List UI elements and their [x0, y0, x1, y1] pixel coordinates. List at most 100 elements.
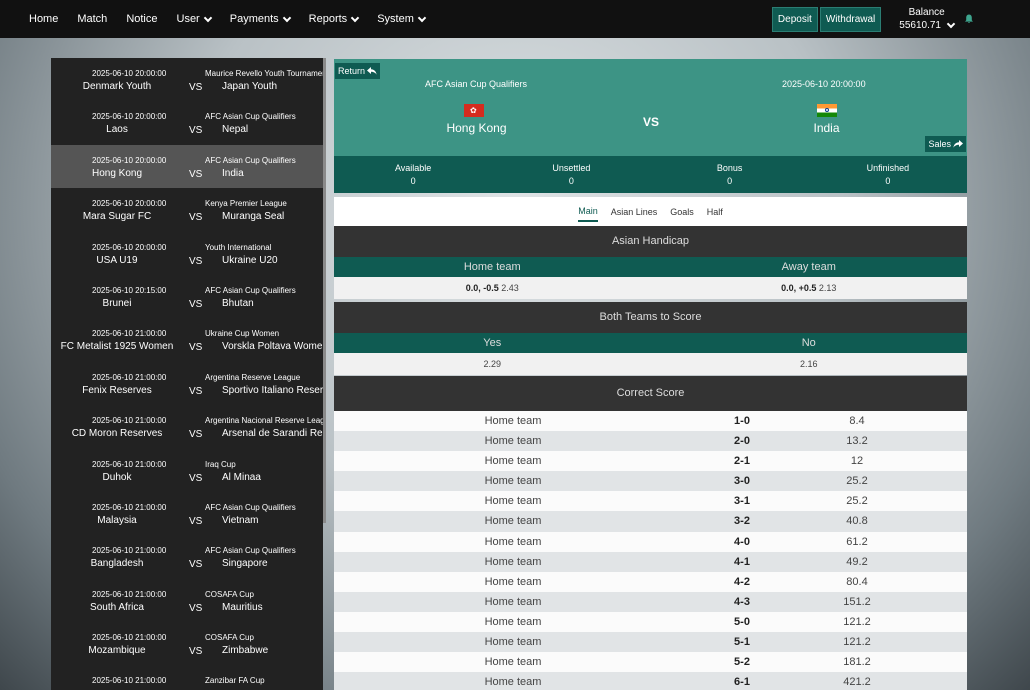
match-league: AFC Asian Cup Qualifiers — [205, 502, 296, 512]
nav-user[interactable]: User — [176, 13, 212, 25]
match-list-item[interactable]: 2025-06-10 21:00:00 Zanzibar FA Cup — [51, 665, 323, 690]
nav-home[interactable]: Home — [29, 13, 58, 25]
match-list-item[interactable]: 2025-06-10 20:15:00 Brunei VS AFC Asian Cup… — [51, 275, 323, 318]
match-time: 2025-06-10 20:00:00 — [92, 199, 167, 209]
match-vs-label: VS — [189, 429, 203, 441]
match-list-item[interactable]: 2025-06-10 21:00:00 Mozambique VS COSAFA Cu… — [51, 622, 323, 665]
match-vs-label: VS — [189, 342, 203, 354]
match-vs-label: VS — [189, 385, 203, 397]
correct-score-row[interactable]: Home team 3-2 40.8 — [334, 511, 967, 532]
match-list-item[interactable]: 2025-06-10 21:00:00 FC Metalist 1925 Wome… — [51, 318, 323, 361]
withdrawal-button[interactable]: Withdrawal — [819, 6, 882, 32]
match-time: 2025-06-10 20:00:00 — [92, 69, 167, 78]
stats-bar: Available 0 Unsettled 0 Bonus 0 Unfinished 0 — [334, 156, 967, 193]
nav-reports[interactable]: Reports — [309, 13, 360, 25]
match-vs-label: VS — [189, 472, 203, 484]
correct-score-row[interactable]: Home team 4-0 61.2 — [334, 531, 967, 552]
tab-main[interactable]: Main — [578, 206, 598, 222]
tab-asian-lines[interactable]: Asian Lines — [611, 207, 658, 221]
nav-user-label: User — [176, 13, 200, 25]
correct-score-row[interactable]: Home team 5-0 121.2 — [334, 611, 967, 633]
match-list-item[interactable]: 2025-06-10 21:00:00 CD Moron Reserves VS Ar… — [51, 405, 323, 448]
correct-score-table: Home team 1-0 8.4 Home team 2-0 13.2 Home team… — [334, 411, 967, 690]
market-tabs: Main Asian Lines Goals Half — [334, 197, 967, 226]
correct-score-row[interactable]: Home team 5-2 181.2 — [334, 652, 967, 673]
correct-score-odds: 181.2 — [843, 656, 871, 669]
match-vs-label: VS — [189, 298, 203, 310]
match-league: Zanzibar FA Cup — [205, 676, 265, 686]
balance-display[interactable]: Balance 55610.71 — [899, 6, 956, 32]
match-time: 2025-06-10 20:00:00 — [92, 112, 167, 122]
correct-score-row[interactable]: Home team 3-0 25.2 — [334, 471, 967, 492]
chevron-down-icon — [946, 19, 956, 29]
bell-icon[interactable] — [964, 14, 974, 24]
correct-score-row[interactable]: Home team 2-0 13.2 — [334, 431, 967, 452]
correct-score-row[interactable]: Home team 1-0 8.4 — [334, 411, 967, 432]
vs-label: VS — [643, 115, 660, 129]
match-detail-panel: Return AFC Asian Cup Qualifiers 2025-06-… — [334, 59, 967, 690]
match-list-item[interactable]: 2025-06-10 20:00:00 Laos VS AFC Asian Cup Q… — [51, 101, 323, 144]
btts-yes-odds[interactable]: 2.29 — [334, 353, 651, 375]
deposit-button[interactable]: Deposit — [771, 6, 818, 32]
match-away-team: Vietnam — [222, 514, 259, 526]
match-home-team: Duhok — [102, 471, 132, 483]
asian-handicap-header: Home team Away team — [334, 257, 967, 277]
nav-notice[interactable]: Notice — [126, 13, 157, 25]
match-time: 2025-06-10 21:00:00 — [92, 633, 167, 643]
home-handicap-odds[interactable]: 0.0, -0.5 2.43 — [334, 277, 651, 299]
match-vs-label: VS — [189, 125, 203, 137]
match-list-item[interactable]: 2025-06-10 20:00:00 Denmark Youth VS Mauric… — [51, 58, 323, 101]
match-time: 2025-06-10 21:00:00 — [92, 589, 167, 599]
match-time: 2025-06-10 21:00:00 — [92, 546, 167, 556]
tab-half[interactable]: Half — [707, 207, 723, 221]
correct-score-team: Home team — [484, 475, 542, 488]
chevron-down-icon — [282, 13, 291, 22]
match-list-item[interactable]: 2025-06-10 21:00:00 Malaysia VS AFC Asian C… — [51, 492, 323, 535]
stat-value: 0 — [727, 176, 733, 186]
correct-score-row[interactable]: Home team 3-1 25.2 — [334, 491, 967, 512]
match-list-item[interactable]: 2025-06-10 20:00:00 USA U19 VS Youth Intern… — [51, 232, 323, 275]
balance-label: Balance — [908, 7, 945, 18]
match-league: Ukraine Cup Women — [205, 329, 280, 339]
home-team-header: Home team — [463, 261, 521, 273]
match-list-item[interactable]: 2025-06-10 20:00:00 Mara Sugar FC VS Kenya … — [51, 188, 323, 231]
match-list-item[interactable]: 2025-06-10 21:00:00 South Africa VS COSAFA … — [51, 579, 323, 622]
correct-score-row[interactable]: Home team 5-1 121.2 — [334, 632, 967, 653]
match-list-item[interactable]: 2025-06-10 21:00:00 Duhok VS Iraq Cup Al Min… — [51, 449, 323, 492]
match-league: AFC Asian Cup Qualifiers — [205, 112, 296, 122]
correct-score-score: 5-0 — [734, 615, 750, 628]
nav-system[interactable]: System — [377, 13, 427, 25]
return-button[interactable]: Return — [335, 63, 381, 79]
match-away-team: Bhutan — [222, 297, 254, 309]
correct-score-row[interactable]: Home team 6-1 421.2 — [334, 672, 967, 690]
btts-no-odds[interactable]: 2.16 — [651, 353, 968, 375]
sales-button[interactable]: Sales — [925, 136, 966, 152]
correct-score-row[interactable]: Home team 4-3 151.2 — [334, 591, 967, 612]
away-handicap-line: 0.0, +0.5 — [781, 283, 817, 293]
match-time: 2025-06-10 21:00:00 — [92, 676, 167, 686]
match-list-item[interactable]: 2025-06-10 20:00:00 Hong Kong VS AFC Asian … — [51, 144, 323, 189]
match-list-item[interactable]: 2025-06-10 21:00:00 Bangladesh VS AFC Asian… — [51, 535, 323, 578]
correct-score-score: 6-1 — [734, 676, 750, 689]
nav-payments[interactable]: Payments — [230, 13, 291, 25]
match-list-scrollbar[interactable] — [323, 58, 326, 523]
correct-score-row[interactable]: Home team 2-1 12 — [334, 451, 967, 472]
correct-score-row[interactable]: Home team 4-1 49.2 — [334, 551, 967, 572]
correct-score-team: Home team — [484, 676, 542, 689]
share-arrow-icon — [953, 140, 963, 148]
correct-score-row[interactable]: Home team 4-2 80.4 — [334, 571, 967, 592]
match-time: 2025-06-10 20:15:00 — [92, 285, 167, 295]
correct-score-odds: 80.4 — [846, 575, 868, 588]
tab-goals[interactable]: Goals — [670, 207, 694, 221]
match-home-team: FC Metalist 1925 Women — [60, 341, 174, 353]
match-away-team: Arsenal de Sarandi Reserves — [222, 428, 323, 440]
correct-score-odds: 13.2 — [846, 435, 868, 448]
nav-match[interactable]: Match — [77, 13, 107, 25]
india-flag-icon — [817, 104, 837, 117]
match-league: Argentina Nacional Reserve League — [205, 416, 323, 426]
match-time: 2025-06-10 21:00:00 — [92, 372, 167, 382]
match-away-team: Singapore — [222, 558, 268, 570]
btts-yes-header: Yes — [483, 337, 502, 349]
match-list-item[interactable]: 2025-06-10 21:00:00 Fenix Reserves VS Argen… — [51, 362, 323, 405]
away-handicap-odds[interactable]: 0.0, +0.5 2.13 — [651, 277, 968, 299]
